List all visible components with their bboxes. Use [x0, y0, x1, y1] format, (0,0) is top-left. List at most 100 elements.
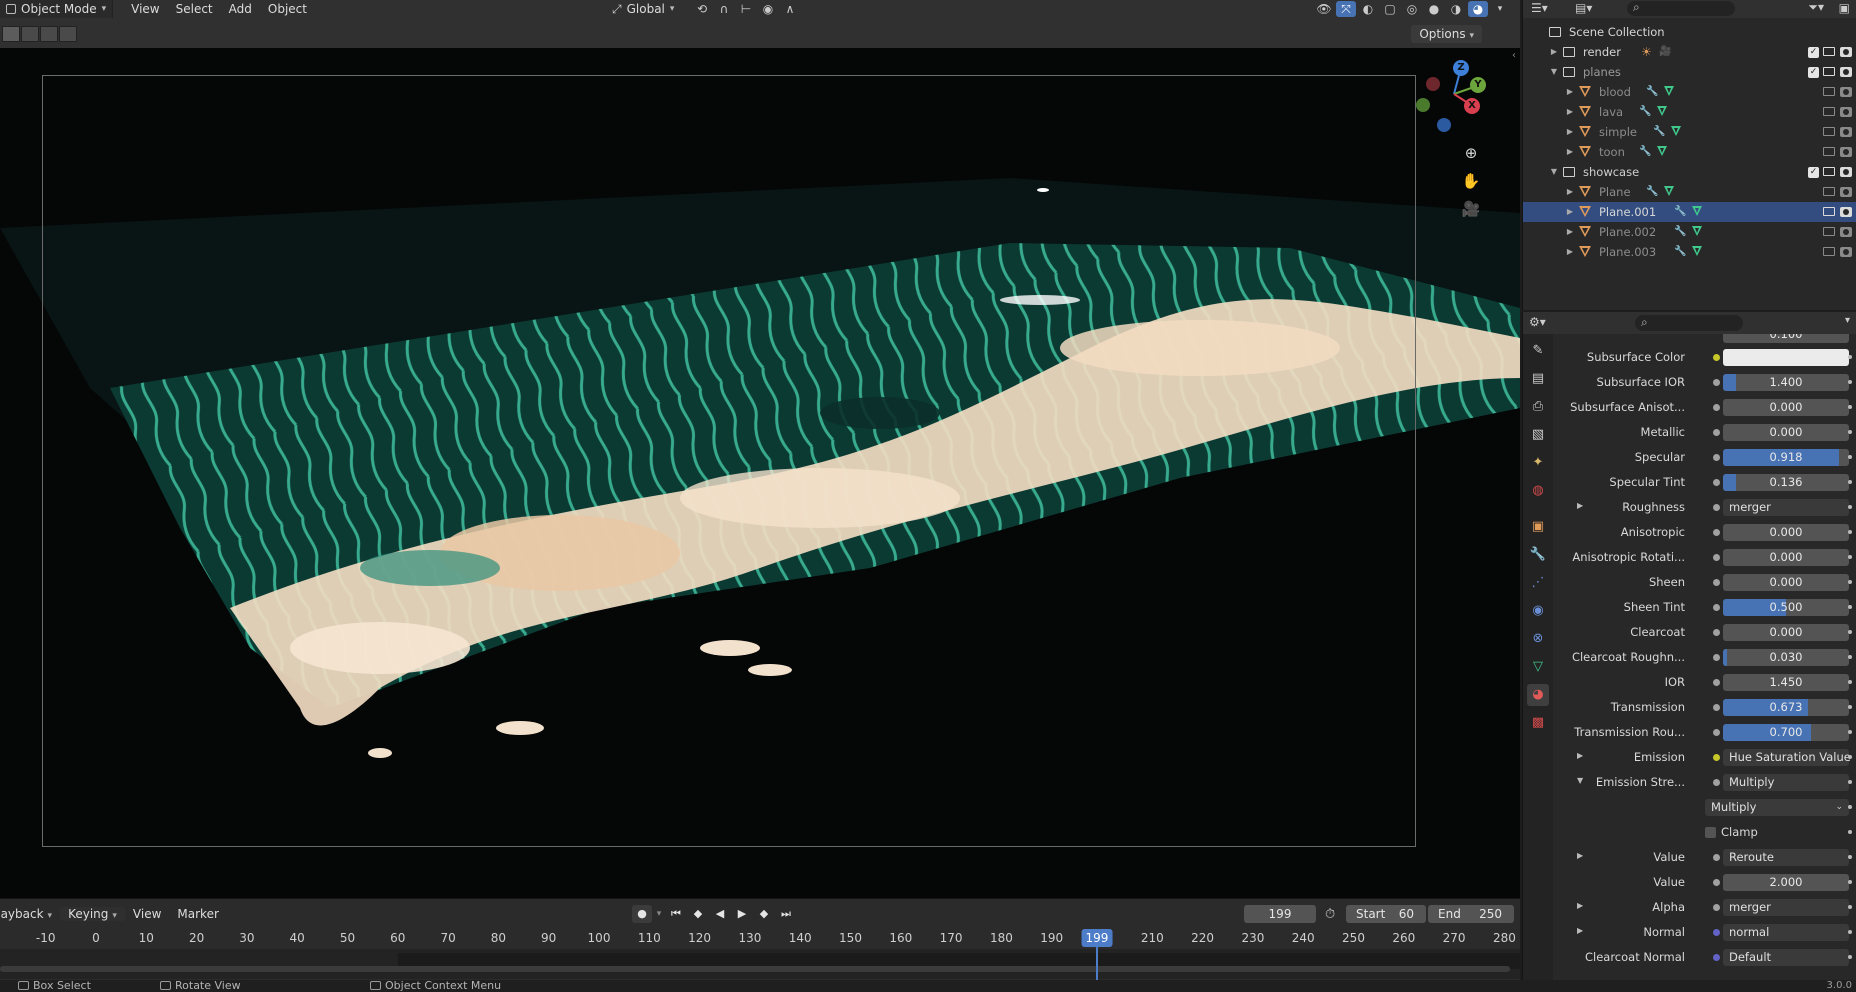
output-tab-icon[interactable]: ⎙	[1527, 396, 1549, 418]
light-icon[interactable]: ☀	[1641, 42, 1652, 62]
input-socket-icon[interactable]	[1713, 779, 1720, 786]
proportional-edit-icon[interactable]: ◉	[758, 1, 778, 17]
property-value-field[interactable]: 2.000	[1723, 874, 1849, 891]
expand-down-icon[interactable]: ▼	[1549, 62, 1559, 82]
input-socket-icon[interactable]	[1713, 729, 1720, 736]
keyframe-dot-icon[interactable]	[1848, 880, 1852, 884]
outliner-object-row[interactable]: ▶ toon 🔧	[1523, 142, 1856, 162]
input-socket-icon[interactable]	[1713, 579, 1720, 586]
render-visibility-icon[interactable]	[1840, 47, 1852, 57]
keyframe-dot-icon[interactable]	[1848, 580, 1852, 584]
select-extend-icon[interactable]	[21, 26, 39, 42]
keyframe-dot-icon[interactable]	[1848, 555, 1852, 559]
chevron-down-icon[interactable]: ▾	[1845, 315, 1850, 326]
outliner-collection-row[interactable]: ▼ showcase ✓	[1523, 162, 1856, 182]
keyframe-dot-icon[interactable]	[1848, 830, 1852, 834]
modifier-icon[interactable]: 🔧	[1674, 242, 1686, 262]
render-visibility-icon[interactable]	[1840, 127, 1852, 137]
overlay-icon[interactable]: ◐	[1358, 1, 1378, 17]
menu-add[interactable]: Add	[221, 0, 260, 18]
mesh-data-icon[interactable]	[1664, 186, 1674, 196]
chevron-down-icon[interactable]: ▾	[1490, 1, 1510, 17]
property-value-field[interactable]: 0.918	[1723, 449, 1849, 466]
keyframe-dot-icon[interactable]	[1848, 655, 1852, 659]
keyframe-dot-icon[interactable]	[1848, 955, 1852, 959]
expand-right-icon[interactable]: ▶	[1565, 82, 1575, 102]
keyframe-dot-icon[interactable]	[1848, 505, 1852, 509]
viewport-visibility-icon[interactable]	[1823, 87, 1835, 96]
solid-shading-icon[interactable]: ●	[1424, 1, 1444, 17]
expand-right-icon[interactable]: ▶	[1549, 42, 1559, 62]
property-value-field[interactable]: 0.000	[1723, 399, 1849, 416]
play-icon[interactable]: ▶	[732, 905, 752, 923]
expand-right-icon[interactable]: ▶	[1565, 222, 1575, 242]
expand-right-icon[interactable]: ▶	[1577, 901, 1583, 910]
modifier-icon[interactable]: 🔧	[1646, 182, 1658, 202]
mesh-data-icon[interactable]	[1657, 106, 1667, 116]
material-tab-icon[interactable]: ◕	[1527, 684, 1549, 706]
modifier-icon[interactable]: 🔧	[1639, 142, 1651, 162]
render-visibility-icon[interactable]	[1840, 247, 1852, 257]
input-socket-icon[interactable]	[1713, 879, 1720, 886]
keyframe-dot-icon[interactable]	[1848, 805, 1852, 809]
viewport-visibility-icon[interactable]	[1823, 127, 1835, 136]
expand-right-icon[interactable]: ▶	[1565, 122, 1575, 142]
menu-view[interactable]: View	[123, 0, 167, 18]
input-socket-icon[interactable]	[1713, 854, 1720, 861]
expand-right-icon[interactable]: ▶	[1577, 926, 1583, 935]
constraints-tab-icon[interactable]: ⊗	[1527, 628, 1549, 650]
timeline-track[interactable]	[0, 949, 1520, 979]
input-socket-icon[interactable]	[1713, 529, 1720, 536]
keyframe-dot-icon[interactable]	[1848, 780, 1852, 784]
menu-select[interactable]: Select	[168, 0, 221, 18]
physics-tab-icon[interactable]: ◉	[1527, 600, 1549, 622]
playhead-frame-label[interactable]: 199	[1081, 929, 1113, 947]
chevron-down-icon[interactable]: ▾	[654, 905, 664, 923]
camera-icon[interactable]: 🎥	[1659, 42, 1671, 62]
modifier-tab-icon[interactable]: 🔧	[1527, 544, 1549, 566]
exclude-checkbox[interactable]: ✓	[1808, 67, 1819, 78]
input-socket-icon[interactable]	[1713, 504, 1720, 511]
input-socket-icon[interactable]	[1713, 679, 1720, 686]
linked-node-field[interactable]: merger	[1723, 899, 1849, 916]
outliner-object-row[interactable]: ▶ Plane 🔧	[1523, 182, 1856, 202]
expand-right-icon[interactable]: ▶	[1565, 242, 1575, 262]
exclude-checkbox[interactable]: ✓	[1808, 47, 1819, 58]
render-visibility-icon[interactable]	[1840, 167, 1852, 177]
next-keyframe-icon[interactable]: ◆	[754, 905, 774, 923]
input-socket-icon[interactable]	[1713, 354, 1720, 361]
keyframe-dot-icon[interactable]	[1848, 705, 1852, 709]
input-socket-icon[interactable]	[1713, 554, 1720, 561]
start-frame-field[interactable]: Start 60	[1346, 905, 1426, 923]
3d-viewport[interactable]: Z Y X ⊕ ✋ 🎥 ‹	[0, 48, 1520, 898]
linked-node-field[interactable]: normal	[1723, 924, 1849, 941]
wireframe-shading-icon[interactable]: ◎	[1402, 1, 1422, 17]
expand-right-icon[interactable]: ▶	[1565, 142, 1575, 162]
input-socket-icon[interactable]	[1713, 904, 1720, 911]
viewport-visibility-icon[interactable]	[1823, 107, 1835, 116]
snap-icon[interactable]: ∩	[714, 1, 734, 17]
outliner-object-row[interactable]: ▶ simple 🔧	[1523, 122, 1856, 142]
jump-start-icon[interactable]: ⏮	[666, 905, 686, 923]
input-socket-icon[interactable]	[1713, 704, 1720, 711]
input-socket-icon[interactable]	[1713, 454, 1720, 461]
gizmo-x-ball[interactable]: X	[1464, 98, 1480, 114]
modifier-icon[interactable]: 🔧	[1674, 222, 1686, 242]
expand-right-icon[interactable]: ▶	[1565, 202, 1575, 222]
rendered-shading-icon[interactable]: ◕	[1468, 1, 1488, 17]
keyframe-dot-icon[interactable]	[1848, 680, 1852, 684]
mesh-data-icon[interactable]	[1671, 126, 1681, 136]
stopwatch-icon[interactable]: ⏱	[1325, 907, 1335, 922]
input-socket-icon[interactable]	[1713, 929, 1720, 936]
select-new-icon[interactable]	[2, 26, 20, 42]
gizmo-neg-y-ball[interactable]	[1416, 98, 1430, 112]
color-swatch[interactable]	[1723, 349, 1849, 366]
particles-tab-icon[interactable]: ⋰	[1527, 572, 1549, 594]
render-visibility-icon[interactable]	[1840, 207, 1852, 217]
mesh-data-icon[interactable]	[1657, 146, 1667, 156]
input-socket-icon[interactable]	[1713, 404, 1720, 411]
clamp-checkbox[interactable]	[1705, 827, 1716, 838]
outliner-object-row[interactable]: ▶ Plane.002 🔧	[1523, 222, 1856, 242]
outliner-object-row[interactable]: ▶ Plane.001 🔧	[1523, 202, 1856, 222]
property-value-field[interactable]: 0.030	[1723, 649, 1849, 666]
